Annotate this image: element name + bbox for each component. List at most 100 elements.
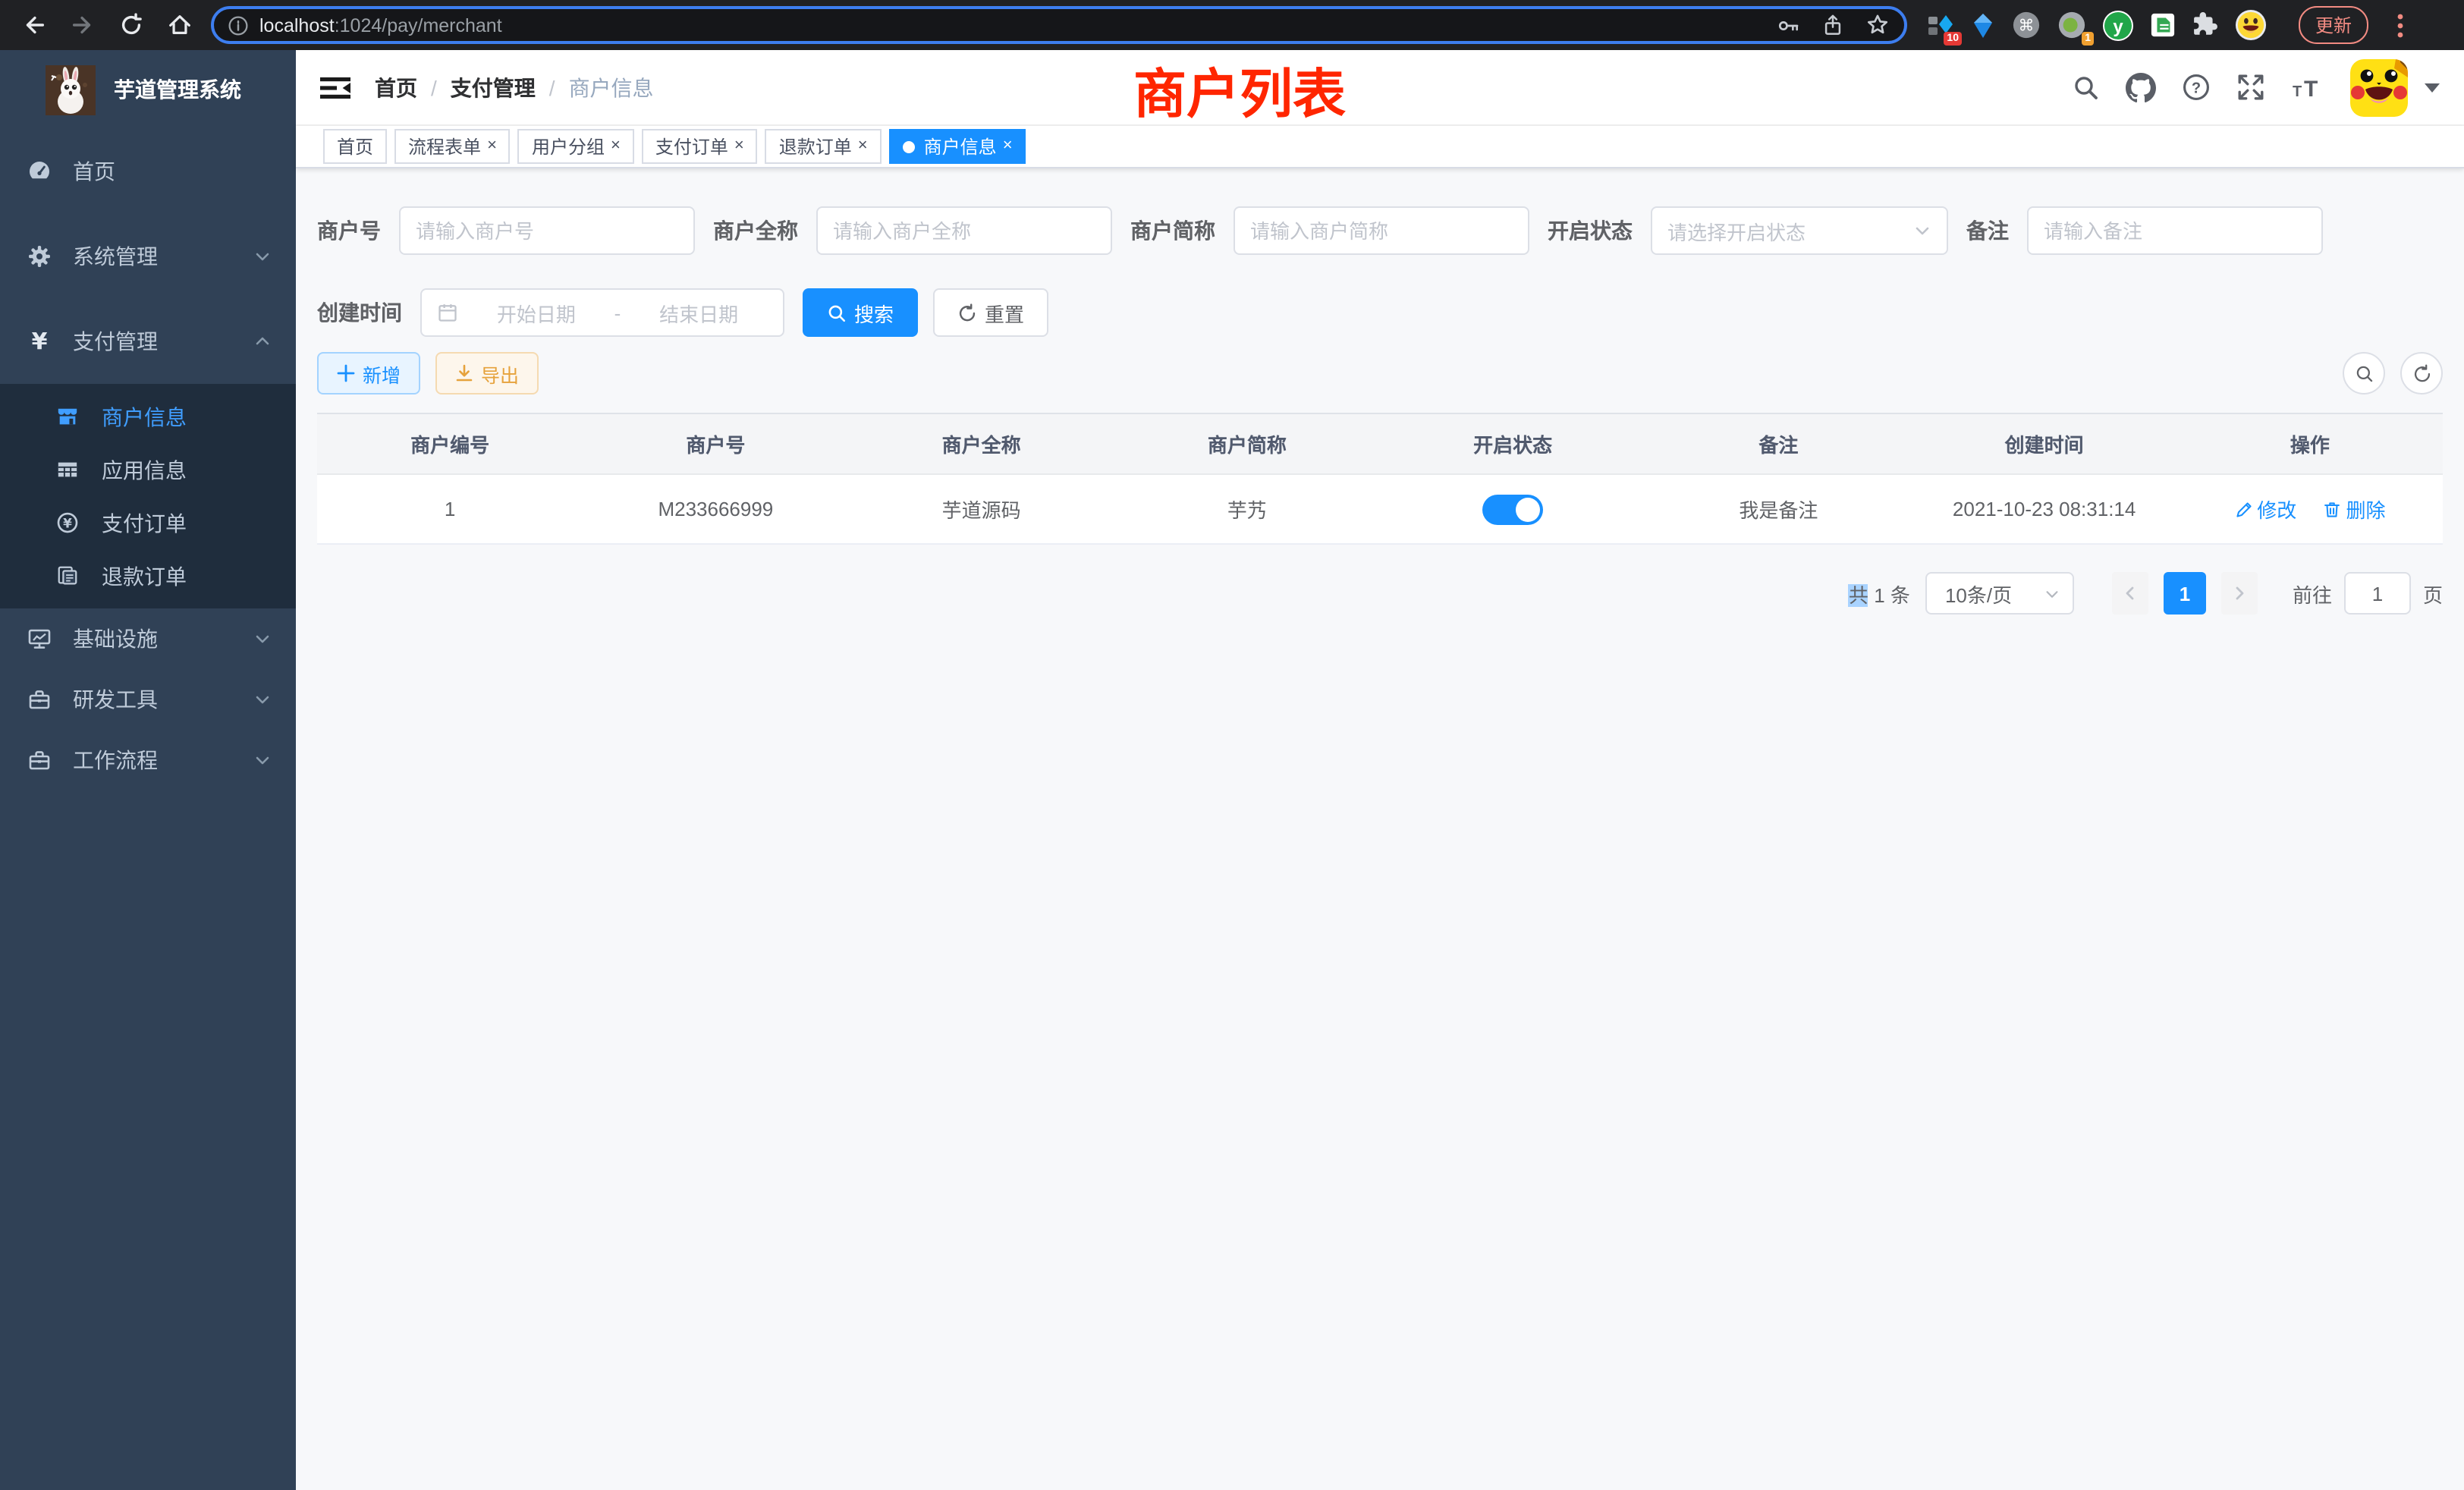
calendar-icon (437, 302, 458, 323)
main-area: 商户列表 首页 / 支付管理 / 商户信息 ? (296, 50, 2464, 1490)
password-key-icon[interactable] (1777, 13, 1801, 37)
sidebar-menu: 首页 系统管理 ¥ 支付管理 商户信息 (0, 129, 296, 791)
cell-short-name: 芋艿 (1114, 474, 1380, 544)
page-size-select[interactable]: 10条/页 (1925, 572, 2074, 615)
extension-green-dot-icon[interactable]: 1 (2057, 11, 2086, 39)
table-header-row: 商户编号 商户号 商户全称 商户简称 开启状态 备注 创建时间 操作 (317, 413, 2443, 474)
close-icon[interactable]: × (858, 138, 868, 155)
back-icon[interactable] (21, 12, 47, 38)
extensions-puzzle-icon[interactable] (2192, 12, 2218, 38)
next-page-button[interactable] (2221, 572, 2258, 615)
page-number-1[interactable]: 1 (2164, 572, 2206, 615)
sidebar-item-merchant-info[interactable]: 商户信息 (0, 390, 296, 443)
reload-icon[interactable] (118, 12, 144, 38)
cell-merchant-no: M233666999 (583, 474, 848, 544)
extension-y-icon[interactable]: y (2103, 10, 2133, 40)
chevron-down-icon (253, 630, 272, 648)
close-icon[interactable]: × (487, 138, 497, 155)
bookmark-star-icon[interactable] (1865, 12, 1890, 38)
hamburger-icon[interactable] (320, 72, 350, 102)
delete-link[interactable]: 删除 (2324, 495, 2386, 523)
tab-refund-order[interactable]: 退款订单× (765, 129, 882, 164)
sidebar: 芋道管理系统 首页 系统管理 ¥ 支付管理 (0, 50, 296, 1490)
close-icon[interactable]: × (734, 138, 744, 155)
screen: localhost:1024/pay/merchant 10 ⌘ (0, 0, 2464, 1490)
goto-page: 前往 页 (2293, 572, 2443, 615)
export-button[interactable]: 导出 (435, 352, 539, 395)
extension-gem-icon[interactable] (1971, 11, 1995, 39)
remark-input[interactable] (2044, 219, 2306, 242)
breadcrumb-current: 商户信息 (569, 72, 654, 102)
browser-menu-icon[interactable] (2397, 13, 2403, 37)
rabbit-logo-icon (46, 64, 96, 115)
search-icon[interactable] (2073, 74, 2100, 101)
start-date-input[interactable]: 开始日期 (467, 298, 605, 327)
reset-button[interactable]: 重置 (933, 288, 1048, 337)
col-actions: 操作 (2177, 413, 2443, 474)
chevron-down-icon (253, 751, 272, 769)
help-icon[interactable]: ? (2182, 73, 2211, 102)
extension-doc-icon[interactable] (2150, 12, 2176, 38)
tab-pay-order[interactable]: 支付订单× (642, 129, 758, 164)
close-icon[interactable]: × (1003, 138, 1013, 155)
sidebar-item-system[interactable]: 系统管理 (0, 214, 296, 299)
add-button[interactable]: 新增 (317, 352, 420, 395)
user-avatar-pikachu[interactable] (2350, 58, 2408, 116)
workflow-icon (27, 748, 52, 772)
annotation-title: 商户列表 (1133, 52, 1346, 129)
sidebar-item-refund-order[interactable]: 退款订单 (0, 549, 296, 602)
site-info-icon[interactable] (228, 14, 249, 36)
fullscreen-icon[interactable] (2236, 73, 2265, 102)
pay-order-icon: ¥ (56, 511, 79, 534)
tab-user-group[interactable]: 用户分组× (518, 129, 634, 164)
sidebar-item-home[interactable]: 首页 (0, 129, 296, 214)
browser-update-button[interactable]: 更新 (2299, 6, 2368, 44)
sidebar-item-pay[interactable]: ¥ 支付管理 (0, 299, 296, 384)
toggle-search-button[interactable] (2343, 352, 2385, 395)
tab-process-form[interactable]: 流程表单× (394, 129, 511, 164)
extension-blue-diamond-icon[interactable]: 10 (1927, 11, 1954, 39)
breadcrumb-pay[interactable]: 支付管理 (451, 72, 536, 102)
sidebar-item-app-info[interactable]: 应用信息 (0, 443, 296, 496)
avatar-caret-icon[interactable] (2425, 83, 2440, 92)
tab-home[interactable]: 首页 (323, 129, 387, 164)
extensions-area: 10 ⌘ 1 y 更新 (1927, 6, 2403, 44)
search-button[interactable]: 搜索 (803, 288, 918, 337)
status-toggle[interactable] (1482, 494, 1543, 524)
col-full-name: 商户全称 (849, 413, 1114, 474)
svg-text:⌘: ⌘ (2019, 17, 2035, 35)
refresh-button[interactable] (2400, 352, 2443, 395)
filter-row-1: 商户号 商户全称 商户简称 开启状态 请选择开启状态 (317, 206, 2443, 255)
goto-page-input[interactable] (2344, 572, 2411, 615)
merchant-no-input[interactable] (416, 219, 678, 242)
cell-remark: 我是备注 (1645, 474, 1911, 544)
svg-text:T: T (2293, 83, 2302, 99)
prev-page-button[interactable] (2112, 572, 2148, 615)
sidebar-item-infra[interactable]: 基础设施 (0, 608, 296, 669)
home-icon[interactable] (167, 12, 193, 38)
status-select[interactable]: 请选择开启状态 (1651, 206, 1948, 255)
github-icon[interactable] (2126, 72, 2156, 102)
extension-command-icon[interactable]: ⌘ (2012, 11, 2041, 39)
sidebar-item-devtools[interactable]: 研发工具 (0, 669, 296, 730)
app-logo[interactable]: 芋道管理系统 (0, 50, 296, 129)
extension-badge: 10 (1944, 31, 1962, 45)
date-range-picker[interactable]: 开始日期 - 结束日期 (420, 288, 784, 337)
forward-icon[interactable] (70, 12, 96, 38)
breadcrumb-home[interactable]: 首页 (375, 72, 417, 102)
sidebar-item-workflow[interactable]: 工作流程 (0, 730, 296, 791)
filter-status: 开启状态 请选择开启状态 (1548, 206, 1948, 255)
profile-avatar-emoji[interactable] (2235, 9, 2267, 41)
close-icon[interactable]: × (611, 138, 621, 155)
edit-link[interactable]: 修改 (2234, 495, 2296, 523)
share-icon[interactable] (1821, 13, 1845, 37)
sidebar-item-pay-order[interactable]: ¥ 支付订单 (0, 496, 296, 549)
chevron-up-icon (253, 332, 272, 350)
full-name-input[interactable] (833, 219, 1095, 242)
gear-icon (27, 244, 52, 269)
url-bar[interactable]: localhost:1024/pay/merchant (211, 6, 1907, 44)
font-size-icon[interactable]: TT (2291, 74, 2324, 101)
tab-merchant-info[interactable]: 商户信息× (889, 129, 1026, 164)
end-date-input[interactable]: 结束日期 (630, 298, 768, 327)
short-name-input[interactable] (1250, 219, 1513, 242)
